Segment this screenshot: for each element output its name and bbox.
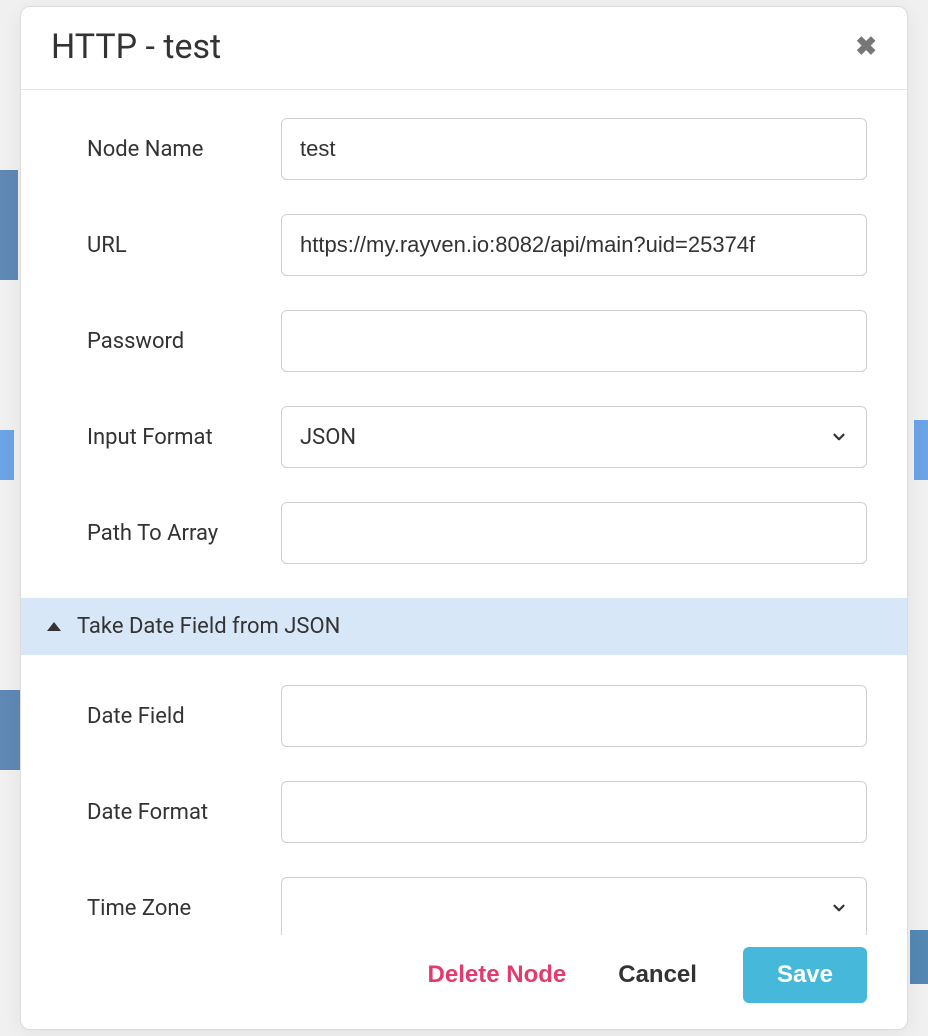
caret-up-icon xyxy=(47,622,61,631)
url-input[interactable] xyxy=(281,214,867,276)
row-path-to-array: Path To Array xyxy=(61,502,867,564)
close-icon[interactable]: ✖ xyxy=(855,34,877,60)
label-url: URL xyxy=(61,233,281,258)
label-node-name: Node Name xyxy=(61,137,281,162)
bg-decor xyxy=(0,430,14,480)
modal-footer: Delete Node Cancel Save xyxy=(21,935,907,1029)
modal-dialog: HTTP - test ✖ Node Name URL Password Inp… xyxy=(20,6,908,1030)
modal-title: HTTP - test xyxy=(51,27,221,67)
bg-decor xyxy=(0,690,20,770)
row-date-format: Date Format xyxy=(61,781,867,843)
row-time-zone: Time Zone xyxy=(61,877,867,935)
path-to-array-input[interactable] xyxy=(281,502,867,564)
chevron-down-icon xyxy=(830,899,848,917)
modal-header: HTTP - test ✖ xyxy=(21,7,907,90)
accordion-take-date-field[interactable]: Take Date Field from JSON xyxy=(21,598,907,655)
row-url: URL xyxy=(61,214,867,276)
modal-body: Node Name URL Password Input Format JSON xyxy=(21,90,907,935)
label-date-format: Date Format xyxy=(61,800,281,825)
label-time-zone: Time Zone xyxy=(61,896,281,921)
label-date-field: Date Field xyxy=(61,704,281,729)
chevron-down-icon xyxy=(830,428,848,446)
input-format-value: JSON xyxy=(300,425,830,450)
row-input-format: Input Format JSON xyxy=(61,406,867,468)
row-node-name: Node Name xyxy=(61,118,867,180)
bg-decor xyxy=(0,170,18,280)
bg-decor xyxy=(914,420,928,480)
password-input[interactable] xyxy=(281,310,867,372)
row-password: Password xyxy=(61,310,867,372)
label-password: Password xyxy=(61,329,281,354)
cancel-button[interactable]: Cancel xyxy=(612,951,703,999)
date-format-input[interactable] xyxy=(281,781,867,843)
time-zone-select[interactable] xyxy=(281,877,867,935)
accordion-label: Take Date Field from JSON xyxy=(77,614,340,639)
bg-decor xyxy=(910,930,928,984)
label-input-format: Input Format xyxy=(61,425,281,450)
row-date-field: Date Field xyxy=(61,685,867,747)
input-format-select[interactable]: JSON xyxy=(281,406,867,468)
save-button[interactable]: Save xyxy=(743,947,867,1003)
node-name-input[interactable] xyxy=(281,118,867,180)
delete-node-button[interactable]: Delete Node xyxy=(422,951,573,999)
date-field-input[interactable] xyxy=(281,685,867,747)
label-path-to-array: Path To Array xyxy=(61,521,281,546)
